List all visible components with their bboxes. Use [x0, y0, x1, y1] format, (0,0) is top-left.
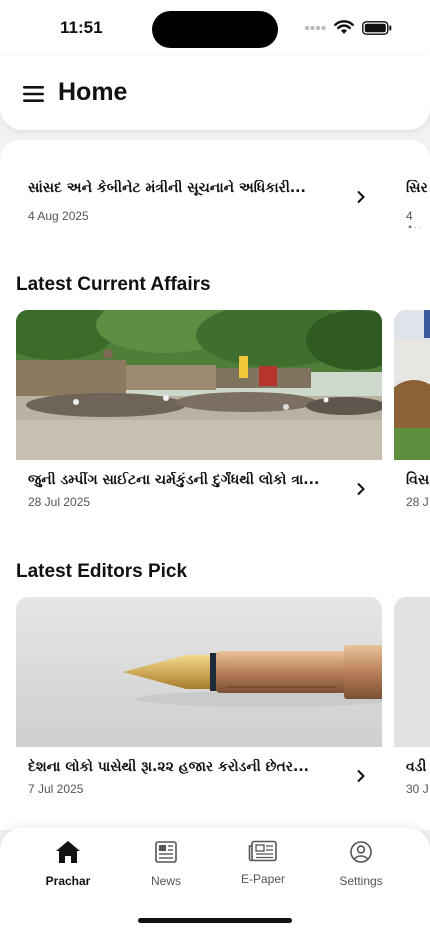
chevron-right-icon: [356, 769, 366, 787]
editors-pick-peek-date: 30 J: [406, 782, 429, 796]
top-news-title: સાંસદ અને કેબીનેટ મંત્રીની સૂચનાને અધિકા…: [28, 180, 306, 196]
settings-icon: [350, 841, 372, 863]
editors-pick-card[interactable]: દેશના લોકો પાસેથી રૂા.૨૨ હજાર કરોડની છેત…: [16, 597, 382, 807]
top-news-date: 4 Au: [406, 209, 421, 228]
nav-label: Prachar: [45, 874, 91, 888]
wifi-icon: [334, 20, 354, 34]
top-news-title: સિર: [406, 180, 428, 196]
chevron-right-icon: [356, 190, 366, 208]
main-content: સાંસદ અને કેબીનેટ મંત્રીની સૂચનાને અધિકા…: [0, 140, 430, 830]
current-affairs-peek-image: [394, 310, 430, 460]
current-affairs-image: [16, 310, 382, 460]
current-affairs-peek-date: 28 J: [406, 495, 429, 509]
top-news-date: 4 Aug 2025: [28, 209, 89, 223]
chevron-right-icon: [356, 482, 366, 500]
editors-pick-peek-title: વડી: [406, 759, 427, 775]
current-affairs-card[interactable]: જુની ડમ્પીંગ સાઈટના ચર્મકુંડની દુર્ગંધથી…: [16, 310, 382, 520]
editors-pick-date: 7 Jul 2025: [28, 782, 84, 796]
app-header: Home: [0, 56, 430, 130]
bottom-navigation: Prachar News E-Paper Settings: [0, 828, 430, 932]
status-bar: 11:51: [0, 0, 430, 56]
top-news-carousel: સાંસદ અને કેબીનેટ મંત્રીની સૂચનાને અધિકા…: [0, 180, 430, 228]
editors-pick-image: [16, 597, 382, 747]
top-news-card-peek[interactable]: સિર 4 Au: [406, 180, 430, 228]
nav-item-settings[interactable]: Settings: [313, 840, 409, 888]
section-title-editors-pick: Latest Editors Pick: [16, 561, 188, 582]
home-icon: [56, 841, 80, 863]
battery-icon: [362, 20, 392, 35]
current-affairs-date: 28 Jul 2025: [28, 495, 91, 509]
epaper-icon: [248, 840, 277, 862]
nav-label: E-Paper: [240, 872, 286, 886]
nav-item-epaper[interactable]: E-Paper: [215, 840, 311, 886]
nav-item-news[interactable]: News: [118, 840, 214, 888]
editors-pick-peek-image: [394, 597, 430, 747]
editors-pick-card-peek[interactable]: વડી 30 J: [394, 597, 430, 807]
section-title-current-affairs: Latest Current Affairs: [16, 274, 211, 295]
editors-pick-title: દેશના લોકો પાસેથી રૂા.૨૨ હજાર કરોડની છેત…: [28, 759, 309, 775]
current-affairs-title: જુની ડમ્પીંગ સાઈટના ચર્મકુંડની દુર્ગંધથી…: [28, 472, 320, 488]
home-indicator: [138, 918, 292, 923]
current-affairs-card-peek[interactable]: વિસ 28 J: [394, 310, 430, 520]
hamburger-menu-icon[interactable]: [22, 82, 46, 106]
news-icon: [155, 841, 177, 863]
status-time: 11:51: [60, 18, 103, 37]
page-title: Home: [58, 78, 128, 106]
nav-label: News: [150, 874, 181, 888]
nav-label: Settings: [339, 874, 383, 888]
status-icons: [304, 20, 392, 35]
current-affairs-peek-title: વિસ: [406, 472, 430, 488]
cellular-signal-icon: [304, 25, 326, 30]
top-news-card[interactable]: સાંસદ અને કેબીનેટ મંત્રીની સૂચનાને અધિકા…: [28, 180, 388, 228]
dynamic-island: [152, 11, 278, 48]
nav-item-prachar[interactable]: Prachar: [20, 840, 116, 888]
